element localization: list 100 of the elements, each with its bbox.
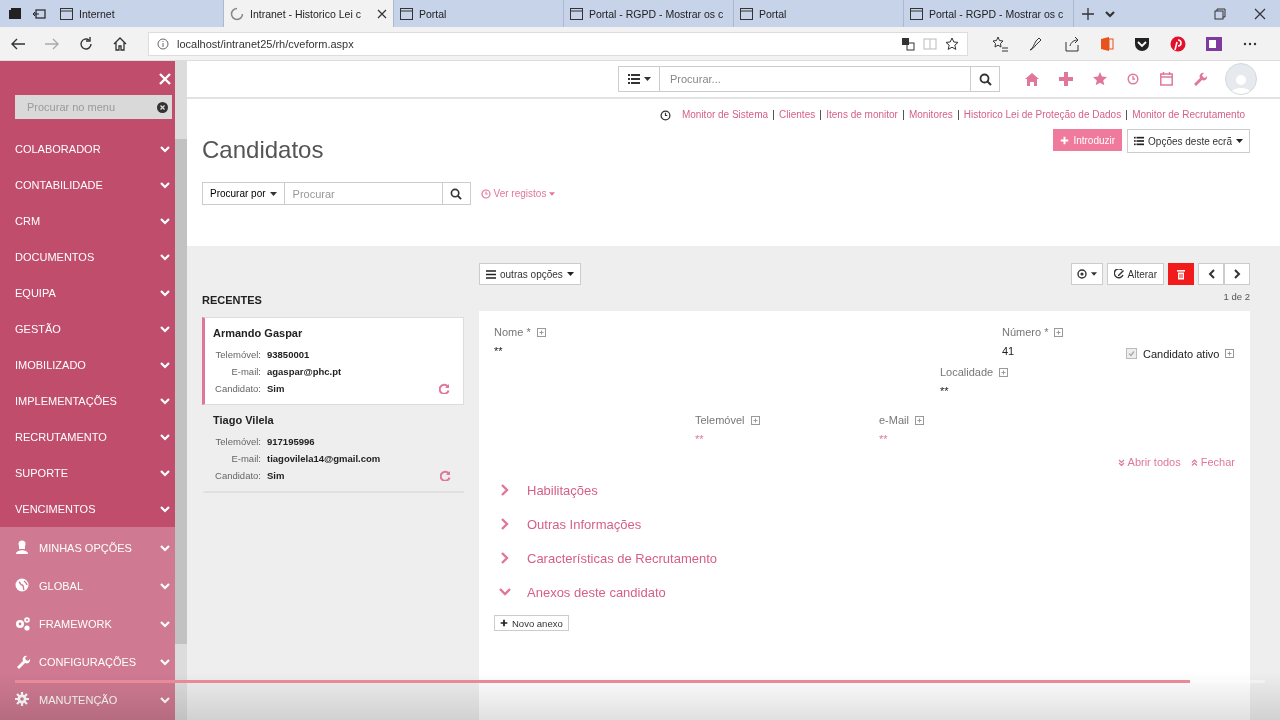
- monitor-link[interactable]: Monitor de Sistema: [676, 110, 774, 120]
- menu-search-box[interactable]: Procurar no menu: [15, 95, 172, 119]
- edit-button[interactable]: Alterar: [1106, 263, 1164, 285]
- settings-dropdown[interactable]: [1070, 263, 1103, 285]
- star-icon[interactable]: [945, 36, 959, 51]
- field-info-icon[interactable]: [914, 415, 924, 425]
- double-chevron-up-icon: [1190, 458, 1198, 466]
- search-field[interactable]: Procurar: [284, 182, 443, 205]
- field-label: Telemóvel: [695, 414, 745, 426]
- other-options-button[interactable]: outras opções: [479, 263, 581, 285]
- window-icon[interactable]: [8, 6, 22, 21]
- search-button[interactable]: [442, 182, 471, 205]
- menu-item[interactable]: MANUTENÇÃO: [0, 681, 175, 719]
- tab-back-icon[interactable]: [32, 6, 46, 21]
- menu-item[interactable]: CONTABILIDADE: [0, 167, 175, 203]
- star-icon[interactable]: [1093, 72, 1107, 86]
- favorites-icon[interactable]: [992, 35, 1008, 52]
- menu-item[interactable]: DOCUMENTOS: [0, 239, 175, 275]
- wrench-icon[interactable]: [1193, 72, 1207, 86]
- clear-icon[interactable]: [157, 101, 168, 113]
- plus-icon[interactable]: [1059, 72, 1073, 86]
- section-toggle[interactable]: Habilitações: [494, 473, 1235, 507]
- menu-item[interactable]: RECRUTAMENTO: [0, 419, 175, 455]
- new-button[interactable]: Introduzir: [1053, 129, 1123, 151]
- search-box[interactable]: Procurar...: [618, 66, 1000, 92]
- chevron-right-icon: [499, 552, 511, 564]
- menu-item[interactable]: CONFIGURAÇÕES: [0, 643, 175, 681]
- menu-item[interactable]: GESTÃO: [0, 311, 175, 347]
- menu-item-icon: [15, 654, 31, 670]
- menu-item[interactable]: EQUIPA: [0, 275, 175, 311]
- info-icon: [157, 37, 169, 50]
- monitor-link[interactable]: Monitor de Recrutamento: [1126, 110, 1250, 120]
- scrollbar-thumb[interactable]: [175, 139, 187, 644]
- new-attachment-button[interactable]: Novo anexo: [494, 615, 569, 631]
- home-icon[interactable]: [112, 35, 128, 52]
- expand-all-link[interactable]: Abrir todos: [1117, 456, 1181, 468]
- pinterest-icon[interactable]: [1170, 35, 1186, 52]
- menu-item[interactable]: GLOBAL: [0, 567, 175, 605]
- user-silhouette-icon: [1230, 72, 1252, 94]
- view-records-link[interactable]: Ver registos: [480, 188, 556, 199]
- clock-icon[interactable]: [1127, 72, 1140, 86]
- recent-card[interactable]: Tiago Vilela Telemóvel: 917195996 E-mail: tiagovilela14@gmail.com Candidato: Sim: [202, 405, 464, 493]
- search-icon: [978, 72, 992, 86]
- close-icon[interactable]: [377, 8, 387, 19]
- menu-item[interactable]: CRM: [0, 203, 175, 239]
- onenote-icon[interactable]: [1206, 35, 1222, 52]
- menu-item[interactable]: SUPORTE: [0, 455, 175, 491]
- recent-card[interactable]: Armando Gaspar Telemóvel: 93850001 E-mail: agaspar@phc.pt Candidato: Sim: [202, 317, 464, 405]
- pocket-icon[interactable]: [1134, 35, 1150, 52]
- menu-item[interactable]: COLABORADOR: [0, 131, 175, 167]
- field-link[interactable]: **: [879, 433, 1002, 445]
- chevron-down-icon: [159, 656, 171, 668]
- field-label: Número *: [1002, 326, 1049, 338]
- browser-tab[interactable]: Intranet - Historico Lei c: [224, 0, 394, 27]
- field-info-icon[interactable]: [999, 367, 1009, 377]
- open-record-icon[interactable]: [439, 383, 450, 394]
- share-icon[interactable]: [1064, 35, 1080, 52]
- refresh-icon[interactable]: [78, 35, 94, 52]
- previous-button[interactable]: [1198, 263, 1224, 285]
- address-bar[interactable]: localhost/intranet25/rh/cveform.aspx: [148, 31, 968, 56]
- monitor-link[interactable]: Clientes: [773, 110, 821, 120]
- field-info-icon[interactable]: [536, 327, 546, 337]
- menu-item[interactable]: FRAMEWORK: [0, 605, 175, 643]
- menu-item[interactable]: IMPLEMENTAÇÕES: [0, 383, 175, 419]
- close-icon[interactable]: [1254, 7, 1266, 20]
- menu-item[interactable]: VENCIMENTOS: [0, 491, 175, 527]
- pen-icon[interactable]: [1028, 35, 1044, 52]
- section-toggle[interactable]: Características de Recrutamento: [494, 541, 1235, 575]
- list-icon[interactable]: [627, 73, 640, 85]
- field-info-icon[interactable]: [750, 415, 760, 425]
- menu-item[interactable]: MINHAS OPÇÕES: [0, 529, 175, 567]
- checkbox[interactable]: [1126, 348, 1137, 359]
- collapse-link[interactable]: Fechar: [1190, 456, 1235, 468]
- monitor-link[interactable]: Monitores: [902, 110, 958, 120]
- section-toggle[interactable]: Outras Informações: [494, 507, 1235, 541]
- field-link[interactable]: **: [695, 433, 879, 445]
- chevron-down-icon: [159, 395, 171, 407]
- double-chevron-down-icon: [1117, 458, 1125, 466]
- field-label: Telemóvel:: [214, 435, 261, 449]
- new-tab-icon[interactable]: [1082, 7, 1094, 20]
- checkbox-label: Candidato ativo: [1143, 347, 1220, 360]
- field-label: Localidade: [940, 366, 994, 378]
- screen-options-button[interactable]: Opções deste ecrã: [1127, 129, 1250, 153]
- field-info-icon[interactable]: [1225, 349, 1235, 358]
- field-info-icon[interactable]: [1054, 327, 1064, 337]
- restore-icon[interactable]: [1214, 7, 1226, 20]
- monitor-link[interactable]: Historico Lei de Proteção de Dados: [957, 110, 1127, 120]
- next-button[interactable]: [1224, 263, 1250, 285]
- field-label: e-Mail: [879, 414, 909, 426]
- menu-search-field[interactable]: Procurar no menu: [25, 100, 157, 114]
- delete-button[interactable]: [1168, 263, 1194, 285]
- caret-icon[interactable]: [643, 77, 651, 81]
- monitor-link[interactable]: Itens de monitor: [820, 110, 903, 120]
- menu-item[interactable]: IMOBILIZADO: [0, 347, 175, 383]
- office-icon[interactable]: [1100, 35, 1114, 52]
- chevron-down-icon: [499, 586, 511, 598]
- calendar-icon[interactable]: [1160, 72, 1173, 86]
- section-toggle[interactable]: Anexos deste candidato: [494, 575, 1235, 609]
- translate-icon[interactable]: [901, 36, 915, 51]
- search-by-dropdown[interactable]: Procurar por: [202, 182, 285, 205]
